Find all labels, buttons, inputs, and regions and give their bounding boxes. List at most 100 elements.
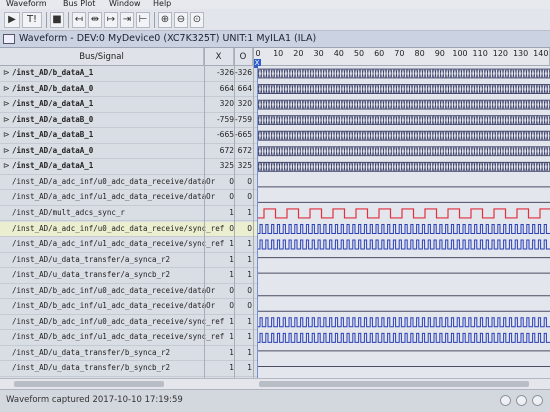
timeline-tick-label: 20	[293, 49, 304, 58]
status-help-icon[interactable]	[532, 395, 543, 406]
pulse-waveform-trace	[258, 224, 550, 234]
menu-bar: Waveform Bus Plot Window Help	[0, 0, 550, 9]
column-divider[interactable]	[204, 48, 205, 378]
signal-value-x: 1	[229, 363, 234, 373]
cursor-right-icon[interactable]: ↦	[104, 12, 118, 28]
signal-value-o: 1	[247, 270, 252, 280]
stop-icon[interactable]: ■	[50, 12, 64, 28]
toolbar-separator	[154, 12, 155, 28]
waveform-scrollbar[interactable]	[253, 378, 550, 389]
signal-name: /inst_AD/a_adc_inf/u1_adc_data_receive/s…	[12, 239, 225, 249]
value-panel-scrollbar[interactable]	[204, 378, 253, 389]
signal-value-x: 664	[219, 83, 234, 93]
zoom-fit-icon[interactable]: ⊙	[190, 12, 204, 28]
expand-icon[interactable]: ⊳	[3, 161, 10, 170]
signal-name: /inst_AD/a_adc_inf/u1_adc_data_receive/d…	[12, 192, 216, 202]
expand-icon[interactable]: ⊳	[3, 146, 10, 155]
expand-icon[interactable]: ⊳	[3, 99, 10, 108]
timeline-tick-label: 70	[394, 49, 405, 58]
o-column-header[interactable]: O	[234, 48, 253, 66]
signal-value-o: 672	[237, 145, 252, 155]
timeline-tick-label: 50	[353, 49, 365, 58]
trigger-immediate-button[interactable]: T!	[22, 12, 42, 28]
signal-value-x: 0	[229, 285, 234, 295]
bus-waveform-trace	[258, 146, 550, 156]
column-divider[interactable]	[253, 48, 254, 378]
signal-value-o: 1	[247, 207, 252, 217]
bus-waveform-trace	[258, 84, 550, 94]
scrollbar-thumb[interactable]	[259, 381, 529, 387]
signal-name: /inst_AD/a_dataA_1	[12, 161, 94, 171]
signal-value-o: 0	[247, 223, 252, 233]
cursor-center-icon[interactable]: ⇹	[88, 12, 102, 28]
timeline-tick-label: 10	[273, 49, 284, 58]
snap-icon[interactable]: ⊢	[136, 12, 150, 28]
cursor-left-icon[interactable]: ↤	[72, 12, 86, 28]
cursor-x-line[interactable]	[257, 66, 258, 378]
menu-bus-plot[interactable]: Bus Plot	[63, 0, 95, 8]
signal-value-x: 0	[229, 301, 234, 311]
signal-value-o: 0	[247, 192, 252, 202]
signal-value-x: 0	[229, 192, 234, 202]
signal-value-x: 1	[229, 332, 234, 342]
status-info-icon[interactable]	[500, 395, 511, 406]
signal-name: /inst_AD/a_dataB_1	[12, 130, 94, 140]
status-settings-icon[interactable]	[516, 395, 527, 406]
toolbar-separator	[68, 12, 69, 28]
signal-name: /inst_AD/a_adc_inf/u0_adc_data_receive/d…	[12, 176, 216, 186]
timeline-tick-label: 40	[333, 49, 344, 58]
toolbar-separator	[46, 12, 47, 28]
timeline-tick-label: 100	[452, 49, 468, 58]
pulse-waveform-trace	[258, 239, 550, 250]
signal-value-o: -665	[234, 130, 252, 140]
status-text: Waveform captured 2017-10-10 17:19:59	[6, 395, 183, 405]
signal-value-o: 1	[247, 316, 252, 326]
signal-name: /inst_AD/a_dataA_1	[12, 99, 94, 109]
column-divider[interactable]	[234, 48, 235, 378]
timeline-tick-label: 30	[313, 49, 324, 58]
signal-value-o: 664	[237, 83, 252, 93]
zoom-in-icon[interactable]: ⊕	[158, 12, 172, 28]
bus-waveform-trace	[258, 162, 550, 172]
signal-name: /inst_AD/u_data_transfer/b_syncb_r2	[12, 363, 171, 373]
signal-value-o: -326	[234, 68, 252, 77]
name-panel-scrollbar[interactable]	[0, 378, 204, 389]
menu-window[interactable]: Window	[109, 0, 141, 8]
signal-value-o: 1	[247, 363, 252, 373]
signal-name: /inst_AD/b_adc_inf/u0_adc_data_receive/d…	[12, 285, 216, 295]
signal-value-x: 1	[229, 254, 234, 264]
signal-value-o: 320	[237, 99, 252, 109]
expand-icon[interactable]: ⊳	[3, 68, 10, 77]
signal-value-x: -326	[216, 68, 234, 77]
signal-value-x: 1	[229, 239, 234, 249]
signal-value-o: 325	[237, 161, 252, 171]
expand-icon[interactable]: ⊳	[3, 84, 10, 93]
toolbar: ▶ T! ■ ↤ ⇹ ↦ ⇥ ⊢ ⊕ ⊖ ⊙	[0, 9, 550, 31]
timeline-tick-label: 60	[374, 49, 385, 58]
bus-waveform-trace	[258, 131, 550, 141]
signal-value-o: 0	[247, 176, 252, 186]
bus-waveform-trace	[258, 115, 550, 125]
signal-name: /inst_AD/b_adc_inf/u0_adc_data_receive/s…	[12, 316, 225, 326]
zoom-out-icon[interactable]: ⊖	[174, 12, 188, 28]
signal-value-o: 1	[247, 254, 252, 264]
status-bar: Waveform captured 2017-10-10 17:19:59	[0, 389, 550, 412]
bus-waveform-trace	[258, 100, 550, 110]
signal-value-o: 0	[247, 285, 252, 295]
marker-icon[interactable]: ⇥	[120, 12, 134, 28]
bus-waveform-trace	[258, 68, 550, 79]
trigger-run-icon[interactable]: ▶	[4, 12, 20, 28]
expand-icon[interactable]: ⊳	[3, 115, 10, 124]
signal-value-x: 0	[229, 176, 234, 186]
signal-name: /inst_AD/b_dataA_0	[12, 83, 94, 93]
timeline-tick-label: 110	[472, 49, 488, 58]
scrollbar-thumb[interactable]	[14, 381, 164, 387]
timeline-tick-label: 90	[434, 49, 445, 58]
expand-icon[interactable]: ⊳	[3, 130, 10, 139]
x-column-header[interactable]: X	[204, 48, 234, 66]
signal-value-x: 1	[229, 207, 234, 217]
menu-help[interactable]: Help	[153, 0, 171, 8]
signal-value-x: 325	[219, 161, 234, 171]
menu-waveform[interactable]: Waveform	[6, 0, 47, 8]
bus-signal-column-header[interactable]: Bus/Signal	[0, 48, 204, 66]
